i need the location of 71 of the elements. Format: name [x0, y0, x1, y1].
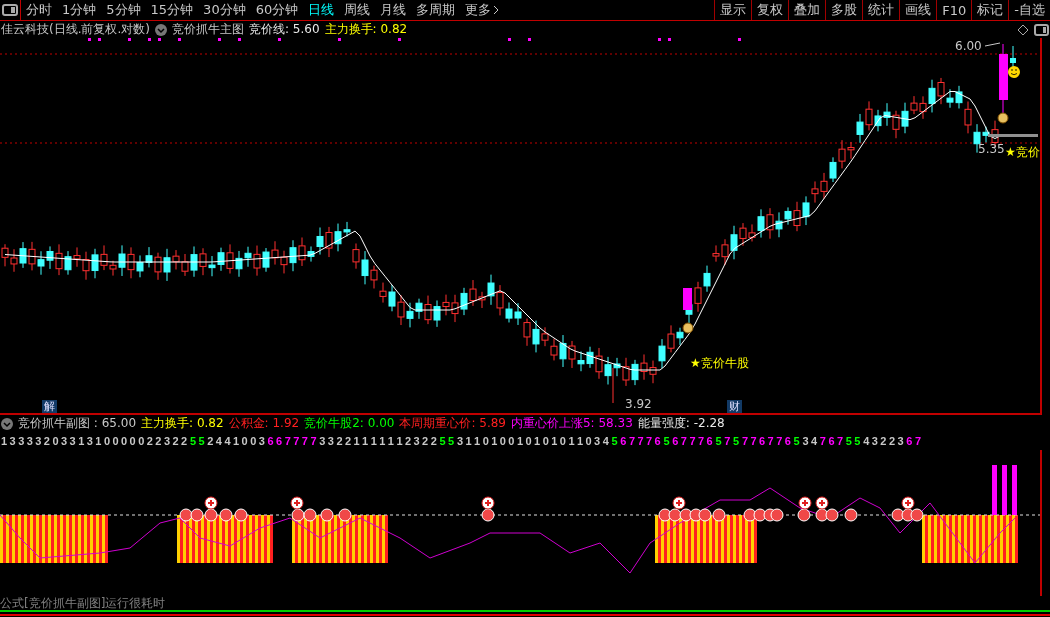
period-tab[interactable]: 多周期 [411, 0, 461, 20]
price-label: 6.00 [955, 39, 982, 53]
highlighted-candle [683, 288, 692, 310]
period-tab[interactable]: 日线 [303, 0, 340, 20]
chevron-down-circle-icon[interactable] [1, 417, 13, 430]
signal-digits: 5 [715, 435, 722, 447]
signal-digits: 5 [663, 435, 670, 447]
indicator-name: 竞价抓牛主图 [172, 21, 244, 38]
signal-digits: 5 [793, 435, 800, 447]
toolbar-button[interactable]: 多股 [825, 0, 863, 20]
indicator-value: 内重心价上涨5: 58.33 [511, 415, 633, 432]
signal-digits: 7 7 6 7 7 6 [741, 435, 791, 447]
toolbar-button[interactable]: F10 [936, 0, 972, 20]
toolbar-button[interactable]: -自选 [1008, 0, 1050, 20]
signal-bar-series [992, 465, 1017, 515]
price-level-bar [988, 134, 1038, 137]
period-tab[interactable]: 1分钟 [57, 0, 102, 20]
signal-digits: 6 7 7 7 6 [620, 435, 661, 447]
price-label: ★竞价牛股 [690, 355, 749, 372]
signal-digits: 6 6 7 7 7 7 [267, 435, 317, 447]
panel-toggle-icon[interactable] [1034, 22, 1050, 37]
stock-title: 佳云科技(日线.前复权.对数) [1, 21, 150, 38]
signal-digits: 5 5 [439, 435, 454, 447]
signal-digits: 2 4 4 1 0 0 3 [207, 435, 265, 447]
period-tab[interactable]: 周线 [339, 0, 376, 20]
event-badge[interactable]: 财 [727, 400, 742, 413]
signal-digits: 3 1 1 0 1 0 0 1 0 1 0 1 0 1 1 0 3 4 [456, 435, 609, 447]
leader-line [984, 42, 1001, 47]
period-tab[interactable]: 15分钟 [145, 0, 199, 20]
toolbar-button[interactable]: 画线 [899, 0, 937, 20]
period-tab[interactable]: 60分钟 [250, 0, 304, 20]
signal-digits: 4 3 2 2 3 [863, 435, 904, 447]
indicator-value: 主力换手: 0.82 [324, 21, 408, 38]
signal-digits: 5 5 [189, 435, 205, 447]
indicator-value: 本周期重心价: 5.89 [399, 415, 506, 432]
signal-digits: 6 7 7 7 6 [672, 435, 713, 447]
price-label: 3.92 [625, 397, 652, 411]
signal-digits: 5 5 [845, 435, 861, 447]
smiley-icon [1008, 66, 1020, 78]
signal-digits: 3 4 [802, 435, 817, 447]
chevron-down-circle-icon[interactable] [155, 23, 167, 36]
toolbar-button[interactable]: 复权 [751, 0, 789, 20]
indicator-name: 竞价抓牛副图 : 65.00 [18, 415, 137, 432]
price-label: 5.35 [978, 142, 1005, 156]
price-label: ★竞价 [1005, 144, 1040, 161]
period-tab[interactable]: 5分钟 [101, 0, 146, 20]
status-text: 公式[竞价抓牛副图]运行很耗时 [0, 596, 167, 610]
event-badge[interactable]: 解 [42, 400, 57, 413]
period-tab[interactable]: 30分钟 [198, 0, 251, 20]
period-tab[interactable]: 月线 [375, 0, 412, 20]
signal-digits: 1 3 3 3 3 2 0 3 3 1 3 1 0 0 0 0 0 2 2 3 2 2 [1, 435, 187, 447]
leader-line [612, 367, 614, 404]
indicator-value: 主力换手: 0.82 [141, 415, 224, 432]
toolbar-button[interactable]: 统计 [862, 0, 900, 20]
signal-digits: 7 [724, 435, 731, 447]
signal-digits: 3 3 2 2 1 1 1 1 1 1 2 3 2 2 [319, 435, 437, 447]
diamond-icon[interactable] [1017, 23, 1029, 36]
indicator-value: 竞价线: 5.60 [249, 21, 320, 38]
indicator-value: 竞价牛股2: 0.00 [304, 415, 395, 432]
indicator-value: 公积金: 1.92 [228, 415, 300, 432]
period-tab[interactable]: 分时 [21, 0, 57, 20]
toolbar-button[interactable]: 显示 [714, 0, 752, 20]
signal-digits: 6 7 [906, 435, 921, 447]
signal-digits: 5 [611, 435, 618, 447]
period-tab[interactable]: 更多 [460, 0, 506, 20]
indicator-value: 能量强度: -2.28 [637, 415, 725, 432]
toolbar-button[interactable]: 叠加 [788, 0, 826, 20]
chevron-right-icon [493, 5, 501, 15]
toolbar-button[interactable]: 标记 [971, 0, 1009, 20]
signal-digits: 7 6 7 [819, 435, 843, 447]
signal-digits: 5 [733, 435, 739, 447]
